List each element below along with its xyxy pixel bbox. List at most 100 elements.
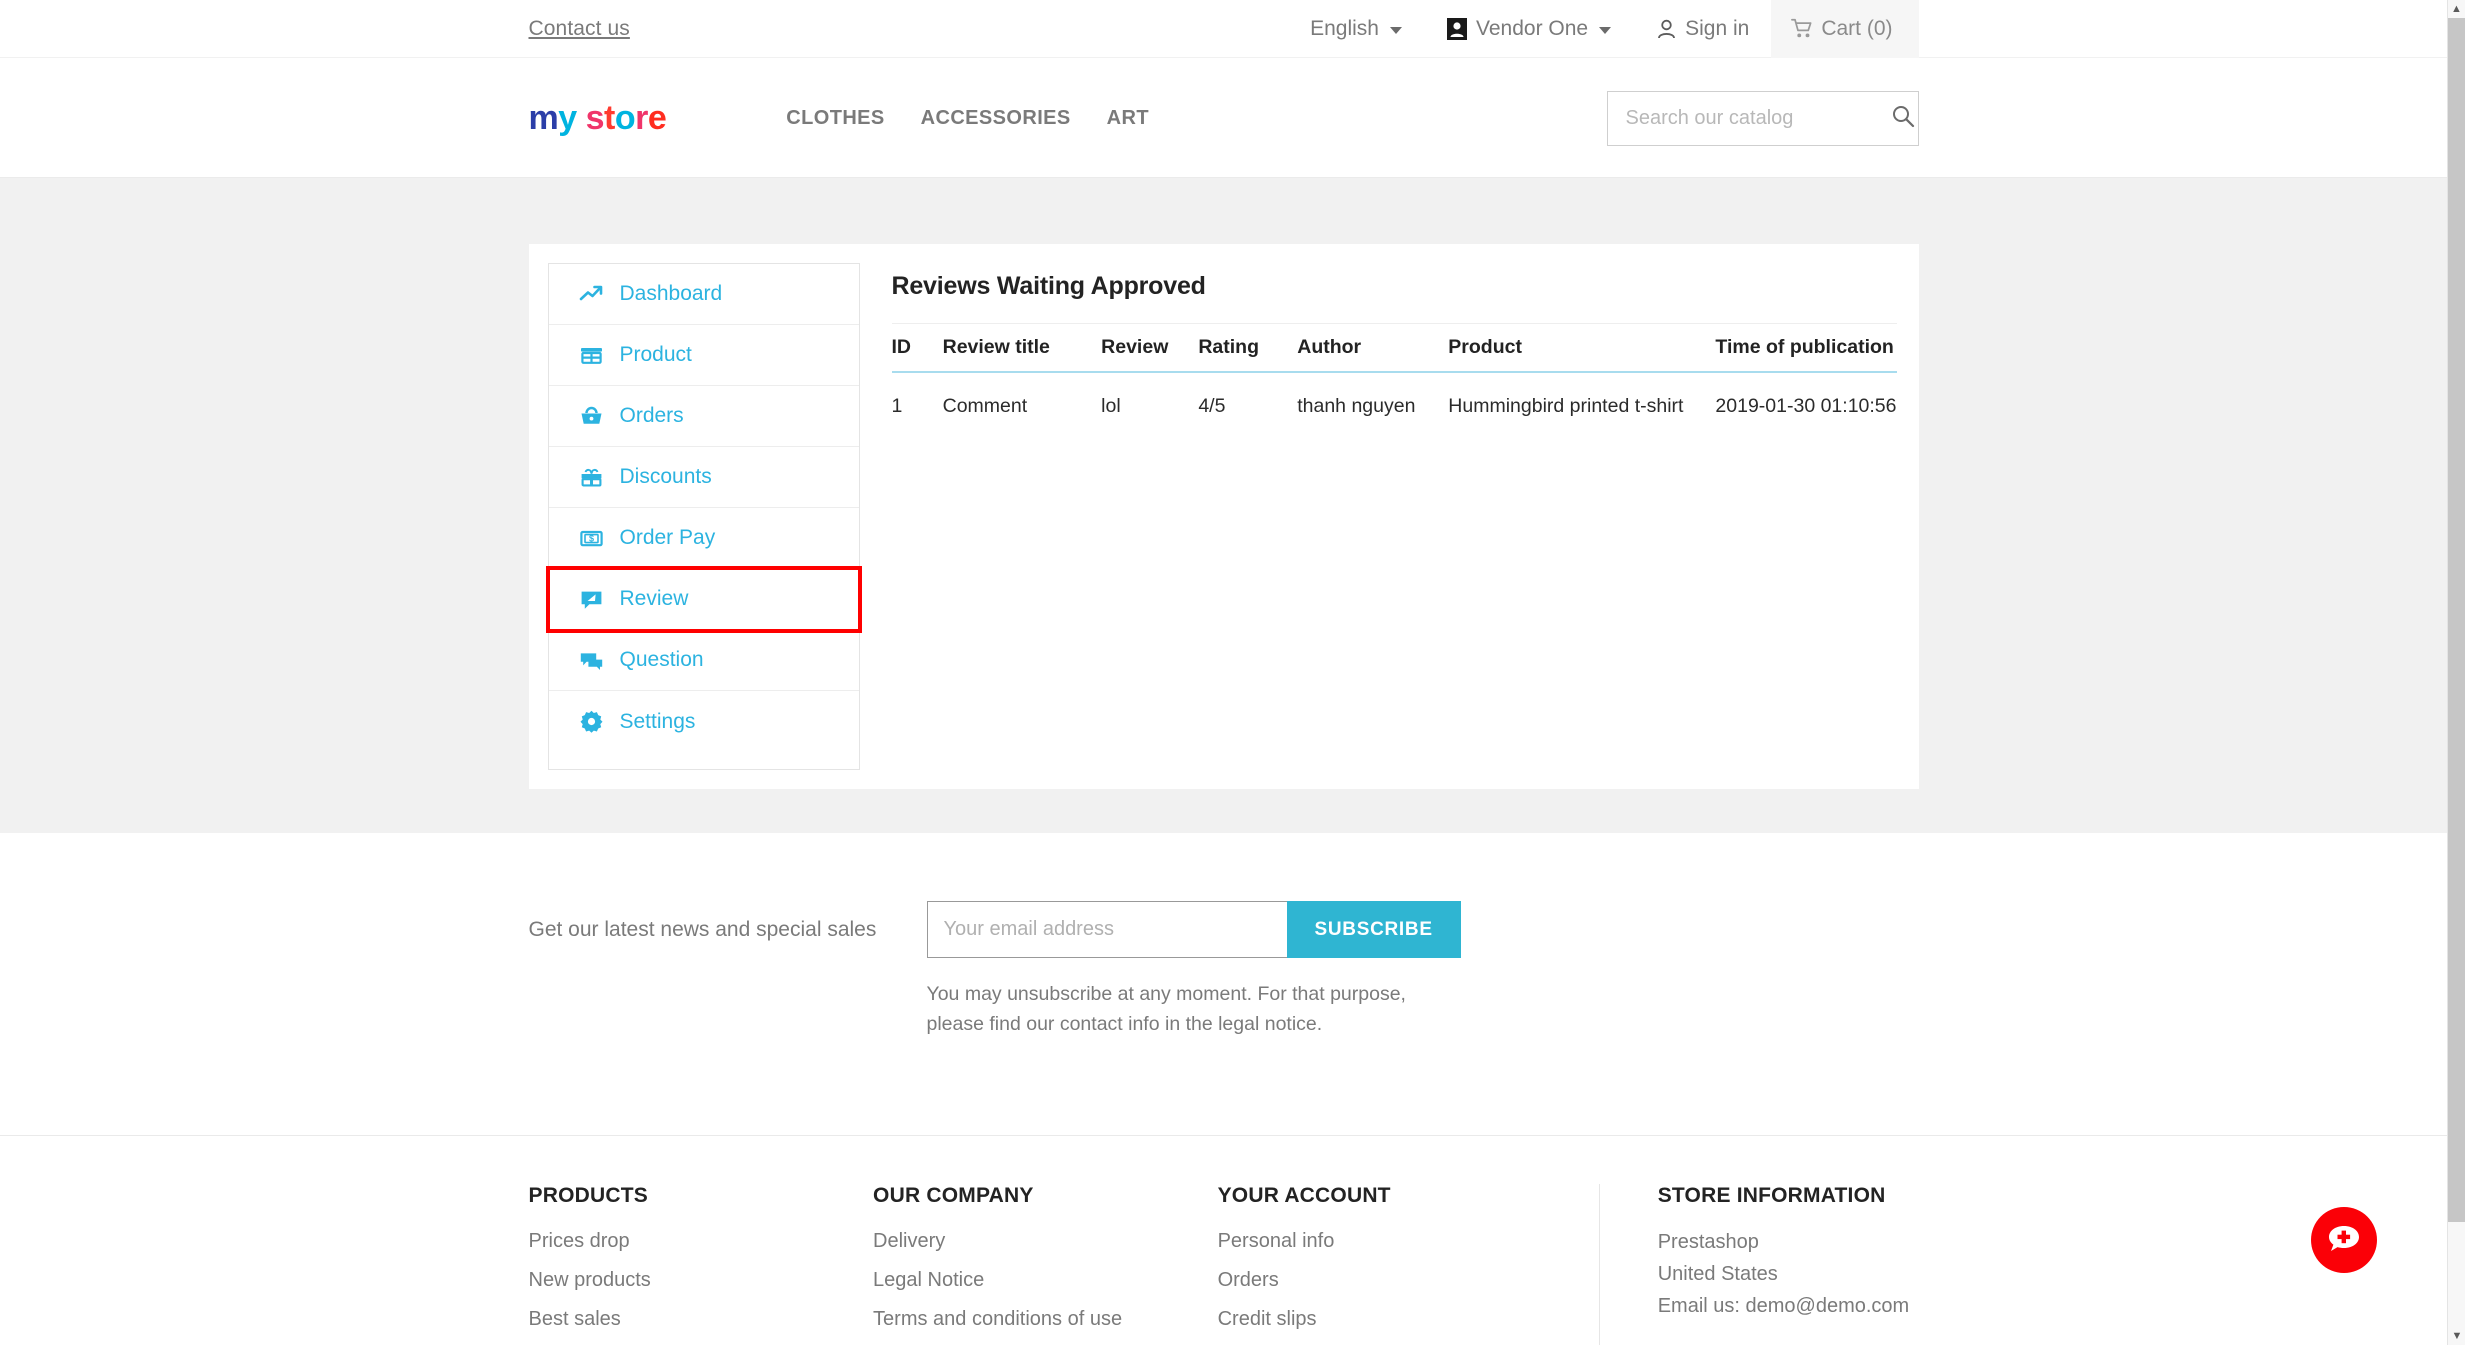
newsletter-section: Get our latest news and special sales SU… [0, 833, 2447, 1137]
sidebar-item-label: Discounts [619, 465, 712, 488]
vendor-label: Vendor One [1476, 16, 1589, 40]
site-logo[interactable]: my store [529, 101, 667, 135]
vertical-scrollbar[interactable]: ▲ ▼ [2447, 0, 2465, 1345]
sidebar-item-orders[interactable]: Orders [548, 386, 859, 447]
cell-product: Hummingbird printed t-shirt [1448, 395, 1684, 417]
newsletter-email-input[interactable] [926, 901, 1287, 958]
sidebar-item-question[interactable]: Question [548, 630, 859, 691]
gift-card-icon [579, 465, 604, 490]
cell-rating: 4/5 [1198, 395, 1226, 417]
column-header-time: Time of publication [1715, 323, 1897, 373]
store-country: United States [1657, 1263, 1778, 1286]
column-header-rating: Rating [1198, 323, 1298, 373]
language-selector[interactable]: English [1288, 0, 1424, 58]
reviews-table: ID Review title Review Rating Author Pro… [891, 323, 1897, 441]
footer-link-legal-notice[interactable]: Legal Notice [873, 1269, 984, 1291]
basket-icon [579, 404, 604, 429]
newsletter-label: Get our latest news and special sales [528, 918, 877, 941]
chat-bubbles-icon [579, 648, 604, 673]
scrollbar-down-arrow-icon[interactable]: ▼ [2448, 1327, 2465, 1345]
chat-plus-fab-button[interactable] [2311, 1207, 2377, 1273]
footer-heading-company: OUR COMPANY [873, 1184, 1034, 1208]
chevron-down-icon [1390, 26, 1402, 34]
list-item: Orders [1218, 1265, 1599, 1296]
cell-id: 1 [891, 395, 903, 417]
person-icon [1655, 18, 1677, 40]
list-item: Best sales [529, 1304, 874, 1335]
column-header-review-title: Review title [942, 323, 1102, 373]
sidebar-item-product[interactable]: Product [548, 325, 859, 386]
subscribe-button[interactable]: SUBSCRIBE [1286, 901, 1461, 958]
menu-item-accessories[interactable]: ACCESSORIES [921, 107, 1071, 130]
logo-letter: m [528, 99, 559, 137]
footer-column-account: YOUR ACCOUNT Personal info Orders Credit… [1218, 1184, 1599, 1345]
money-card-icon: $ [579, 526, 604, 551]
search-box[interactable] [1606, 90, 1919, 146]
sidebar-item-discounts[interactable]: Discounts [548, 447, 859, 508]
scrollbar-thumb[interactable] [2448, 18, 2465, 1222]
list-item: Personal info [1218, 1226, 1599, 1257]
logo-letter: o [614, 99, 636, 137]
gear-icon [579, 709, 604, 734]
cart-button[interactable]: Cart (0) [1771, 0, 1919, 58]
newsletter-note-line2: please find our contact info in the lega… [926, 1012, 1323, 1035]
logo-letter: t [604, 99, 615, 137]
footer-heading-account: YOUR ACCOUNT [1217, 1184, 1391, 1208]
column-header-author: Author [1297, 323, 1449, 373]
main-menu: CLOTHES ACCESSORIES ART [786, 107, 1149, 130]
footer-heading-products: PRODUCTS [528, 1184, 648, 1208]
sign-in-link[interactable]: Sign in [1633, 0, 1771, 58]
newsletter-note-line1: You may unsubscribe at any moment. For t… [926, 983, 1406, 1005]
reviews-section: Reviews Waiting Approved ID Review title… [860, 244, 1919, 789]
top-nav-bar: Contact us English Vendor One Sign in Ca… [0, 0, 2447, 58]
shopping-cart-icon [1791, 18, 1813, 40]
reviews-table-head: ID Review title Review Rating Author Pro… [891, 323, 1897, 373]
user-badge-icon [1446, 17, 1468, 40]
vendor-menu[interactable]: Vendor One [1424, 0, 1633, 58]
newsletter-note: You may unsubscribe at any moment. For t… [927, 980, 1427, 1039]
menu-item-art[interactable]: ART [1107, 107, 1149, 130]
cell-author: thanh nguyen [1297, 395, 1416, 417]
search-icon[interactable] [1891, 104, 1915, 133]
footer-link-terms[interactable]: Terms and conditions of use [873, 1308, 1122, 1330]
sign-in-label: Sign in [1685, 16, 1750, 40]
column-header-product: Product [1448, 323, 1716, 373]
list-item: Delivery [873, 1226, 1218, 1257]
newsletter-form: SUBSCRIBE You may unsubscribe at any mom… [926, 901, 1461, 1039]
footer-link-orders[interactable]: Orders [1218, 1269, 1279, 1291]
cell-review: lol [1101, 395, 1121, 417]
footer-link-delivery[interactable]: Delivery [873, 1230, 945, 1252]
sidebar-item-review[interactable]: Review [545, 566, 862, 633]
sidebar-item-order-pay[interactable]: $ Order Pay [548, 508, 859, 569]
scrollbar-up-arrow-icon[interactable]: ▲ [2448, 0, 2465, 18]
contact-us-link[interactable]: Contact us [529, 17, 630, 41]
footer-link-new-products[interactable]: New products [529, 1269, 651, 1291]
table-header-row: ID Review title Review Rating Author Pro… [891, 323, 1897, 373]
sidebar-item-label: Question [619, 648, 704, 671]
sidebar-item-settings[interactable]: Settings [548, 691, 859, 752]
footer-heading-store-information: STORE INFORMATION [1657, 1184, 1886, 1208]
footer-link-credit-slips[interactable]: Credit slips [1218, 1308, 1317, 1330]
trending-up-icon [579, 282, 604, 307]
store-email: Email us: demo@demo.com [1657, 1295, 1910, 1318]
logo-letter: s [585, 99, 605, 137]
sidebar-item-label: Dashboard [619, 282, 723, 305]
sidebar-item-label: Review [619, 587, 689, 610]
reviews-table-body: 1 Comment lol 4/5 thanh nguyen Hummingbi… [892, 372, 1897, 441]
footer-link-best-sales[interactable]: Best sales [529, 1308, 621, 1330]
chat-plus-icon [2326, 1222, 2362, 1259]
footer-link-prices-drop[interactable]: Prices drop [529, 1230, 630, 1252]
sidebar-item-dashboard[interactable]: Dashboard [548, 264, 859, 325]
sidebar-item-label: Settings [619, 709, 696, 733]
column-header-id: ID [891, 323, 943, 373]
review-bubble-icon [579, 587, 604, 612]
table-row[interactable]: 1 Comment lol 4/5 thanh nguyen Hummingbi… [892, 372, 1897, 441]
menu-item-clothes[interactable]: CLOTHES [786, 107, 884, 130]
sidebar-item-label: Product [619, 343, 692, 366]
vendor-panel: Dashboard Product Orders Discounts $ Ord… [528, 244, 1919, 789]
search-input[interactable] [1625, 106, 1891, 130]
list-item: Legal Notice [873, 1265, 1218, 1296]
footer-link-personal-info[interactable]: Personal info [1218, 1230, 1335, 1252]
svg-text:$: $ [588, 533, 593, 543]
footer-column-store-information: STORE INFORMATION Prestashop United Stat… [1598, 1184, 1919, 1345]
